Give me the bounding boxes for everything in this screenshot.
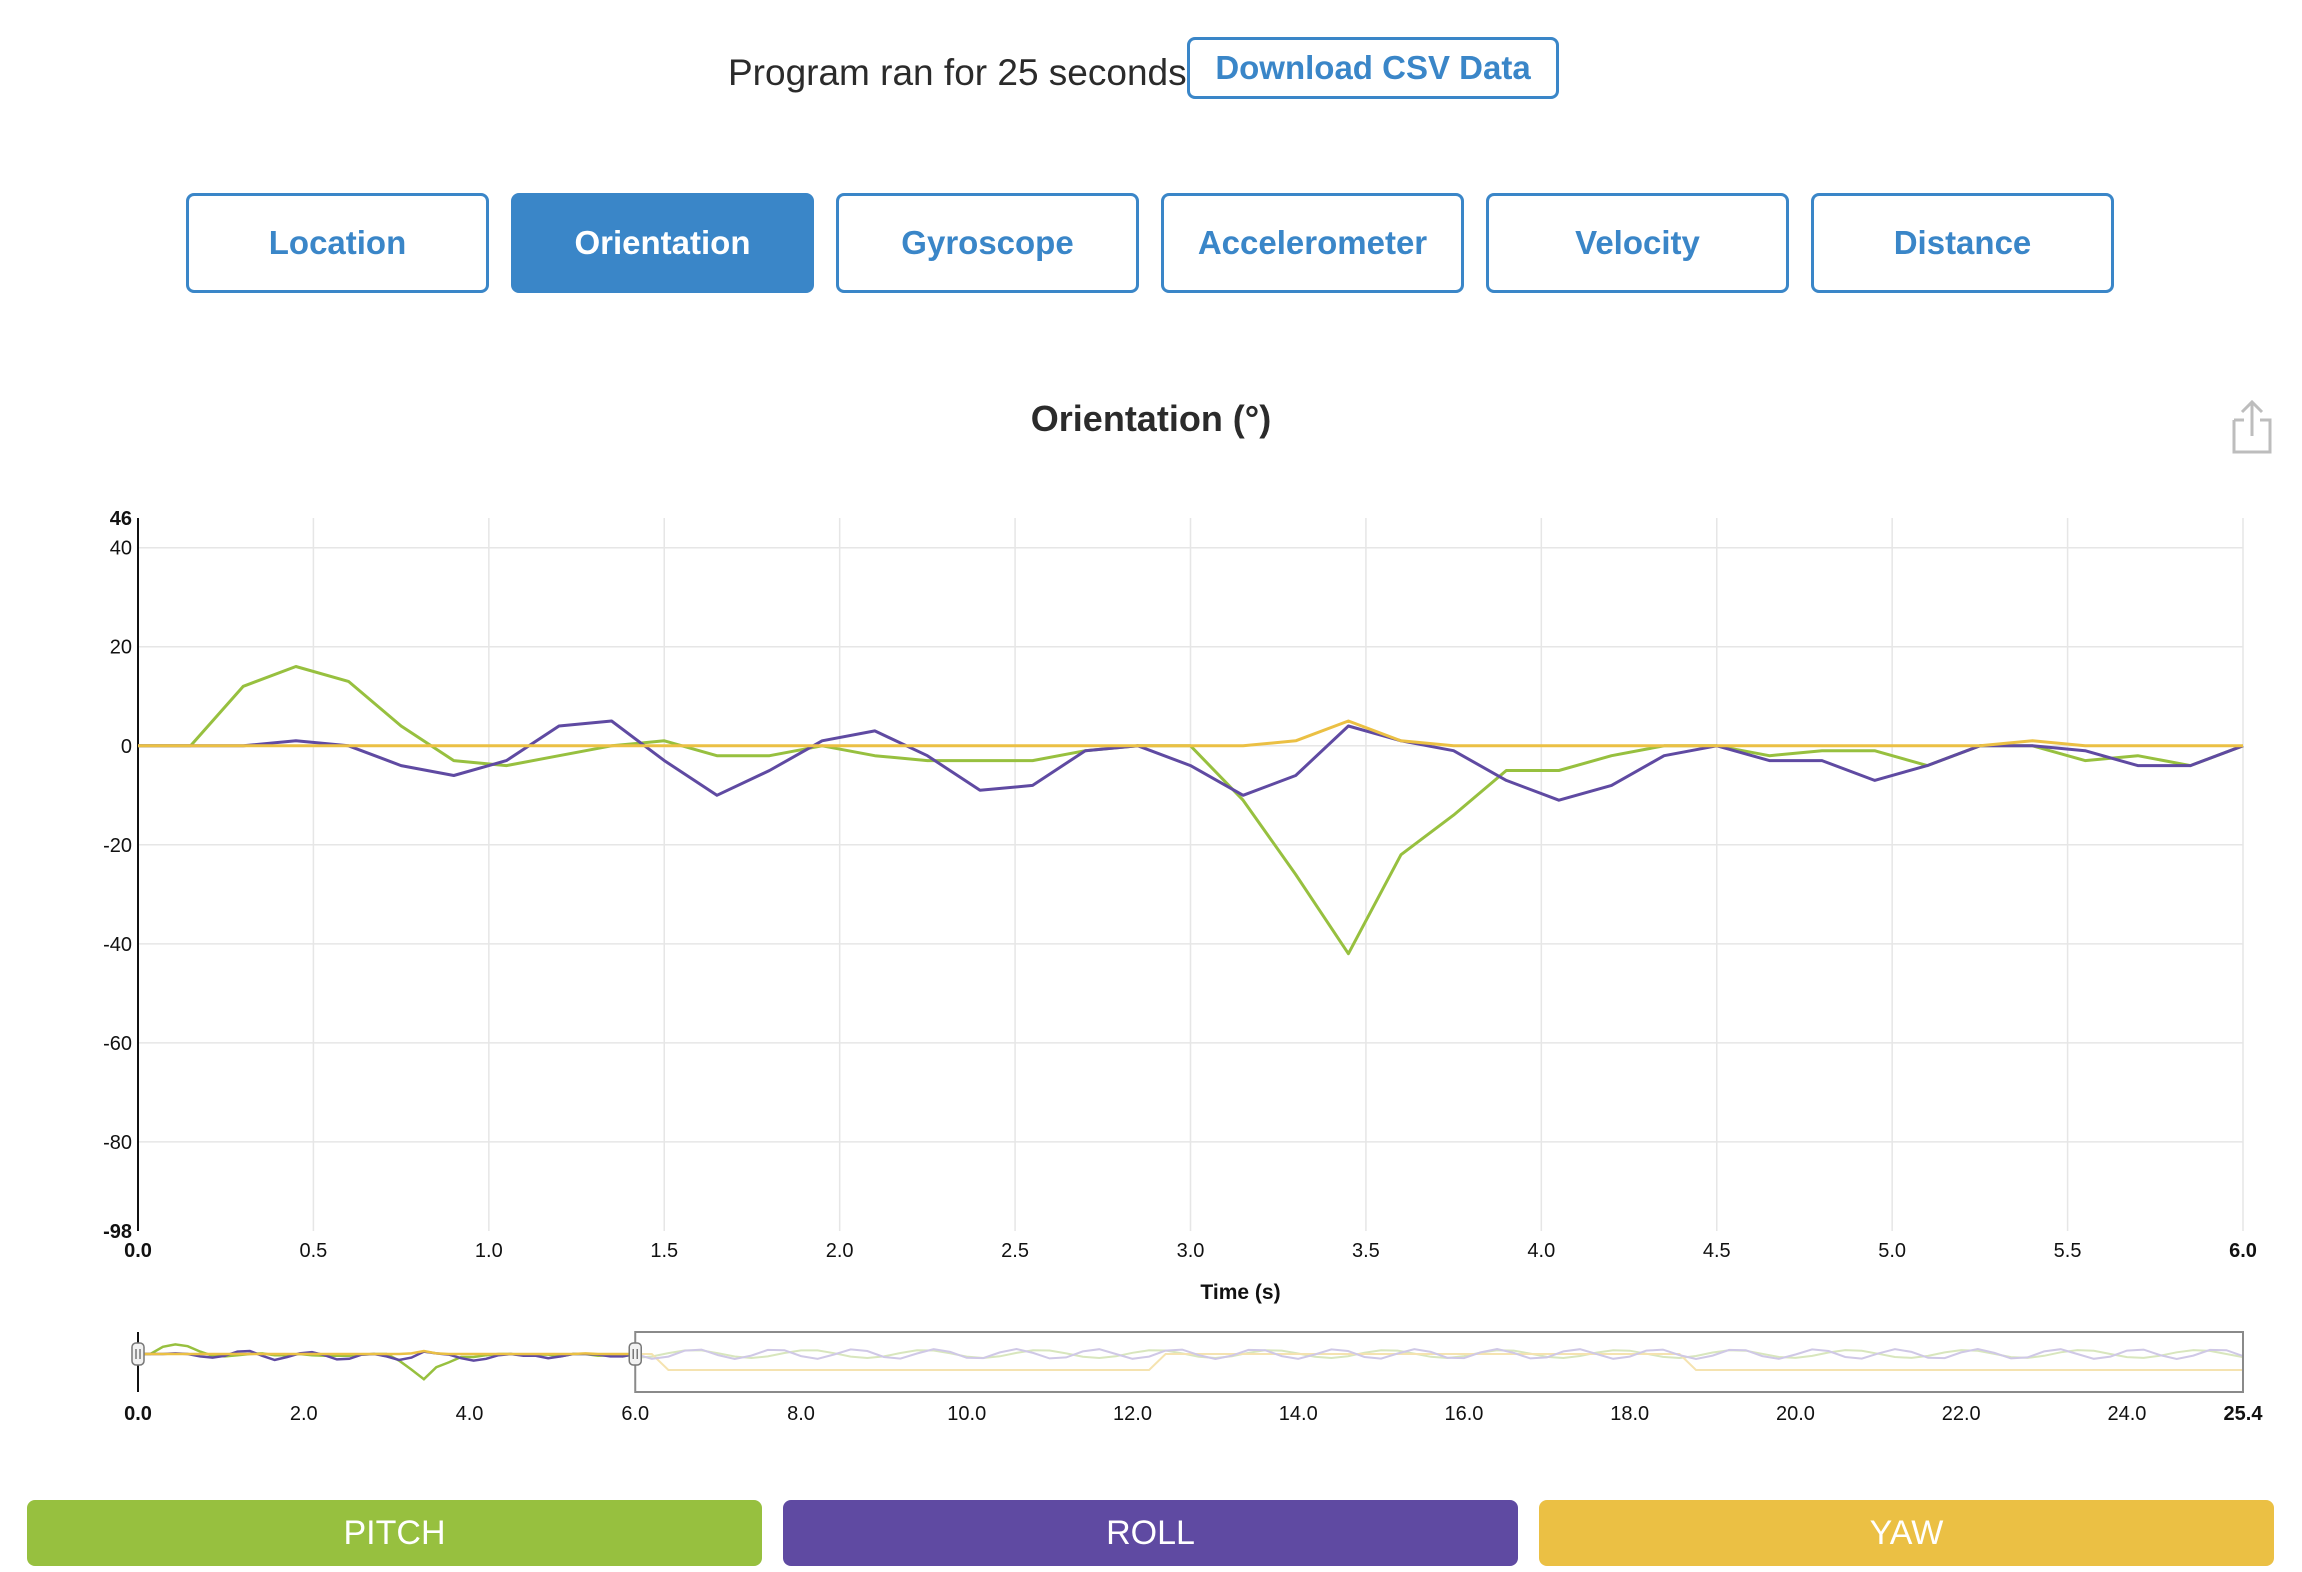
handle-grip [628,1342,642,1366]
y-tick-label: -20 [103,835,132,857]
y-tick-label: -98 [103,1221,132,1243]
navigator-tick-label: 4.0 [456,1403,484,1425]
orientation-chart[interactable]: 0.0 0.5 1.0 1.5 2.0 2.5 3.0 3.5 4.0 4.5 5.0 5.5 6.0 4… [0,500,2302,1320]
x-tick-label: 0.5 [300,1240,328,1262]
x-tick-label: 3.5 [1352,1240,1380,1262]
x-tick-label: 5.0 [1878,1240,1906,1262]
navigator-tick-label: 18.0 [1610,1403,1649,1425]
navigator-tick-label: 25.4 [2224,1403,2264,1425]
navigator-tick-label: 8.0 [787,1403,815,1425]
x-tick-label: 0.0 [124,1240,152,1262]
tab-location[interactable]: Location [186,193,489,293]
y-tick-label: -60 [103,1033,132,1055]
tab-accelerometer[interactable]: Accelerometer [1161,193,1464,293]
x-tick-label: 3.0 [1177,1240,1205,1262]
navigator-tick-label: 6.0 [621,1403,649,1425]
x-tick-label: 6.0 [2229,1240,2257,1262]
navigator-tick-label: 16.0 [1445,1403,1484,1425]
y-tick-label: -80 [103,1132,132,1154]
time-navigator[interactable]: 0.0 2.0 4.0 6.0 8.0 10.0 12.0 14.0 16.0 18.0 20.0 2… [0,1318,2302,1426]
x-tick-label: 4.0 [1527,1240,1555,1262]
navigator-tick-label: 2.0 [290,1403,318,1425]
navigator-line-pitch [138,1343,636,1381]
navigator-line-yaw [138,1349,636,1356]
download-csv-button[interactable]: Download CSV Data [1187,37,1559,99]
sensor-tabs: Location Orientation Gyroscope Accelerom… [0,193,2302,293]
y-tick-label: 46 [110,508,132,530]
navigator-tick-label: 20.0 [1776,1403,1815,1425]
legend-pitch-button[interactable]: PITCH [27,1500,762,1566]
header-bar: Program ran for 25 seconds. Download CSV… [0,30,2302,110]
navigator-tick-label: 24.0 [2108,1403,2147,1425]
tab-gyroscope[interactable]: Gyroscope [836,193,1139,293]
navigator-tick-label: 22.0 [1942,1403,1981,1425]
y-tick-label: -40 [103,934,132,956]
tab-velocity[interactable]: Velocity [1486,193,1789,293]
chart-title: Orientation (°) [1030,398,1272,439]
x-tick-label: 1.5 [650,1240,678,1262]
legend-yaw-button[interactable]: YAW [1539,1500,2274,1566]
y-tick-label: 40 [110,538,132,560]
y-tick-label: 0 [121,736,132,758]
navigator-window-outline [634,1331,2244,1393]
tab-orientation[interactable]: Orientation [511,193,814,293]
x-tick-label: 4.5 [1703,1240,1731,1262]
runtime-text: Program ran for 25 seconds. [728,52,1197,93]
navigator-tick-label: 0.0 [124,1403,152,1425]
navigator-left-handle[interactable] [131,1342,145,1366]
legend-roll-button[interactable]: ROLL [783,1500,1518,1566]
y-tick-label: 20 [110,637,132,659]
x-tick-label: 2.0 [826,1240,854,1262]
x-tick-label: 2.5 [1001,1240,1029,1262]
navigator-tick-label: 12.0 [1113,1403,1152,1425]
x-tick-label: 5.5 [2054,1240,2082,1262]
navigator-tick-label: 10.0 [947,1403,986,1425]
tab-distance[interactable]: Distance [1811,193,2114,293]
x-axis-label: Time (s) [1200,1281,1280,1304]
navigator-right-handle[interactable] [628,1342,642,1366]
x-tick-label: 1.0 [475,1240,503,1262]
handle-grip [131,1342,145,1366]
legend: PITCH ROLL YAW [0,1500,2302,1566]
navigator-tick-label: 14.0 [1279,1403,1318,1425]
share-export-icon[interactable] [2230,398,2274,454]
